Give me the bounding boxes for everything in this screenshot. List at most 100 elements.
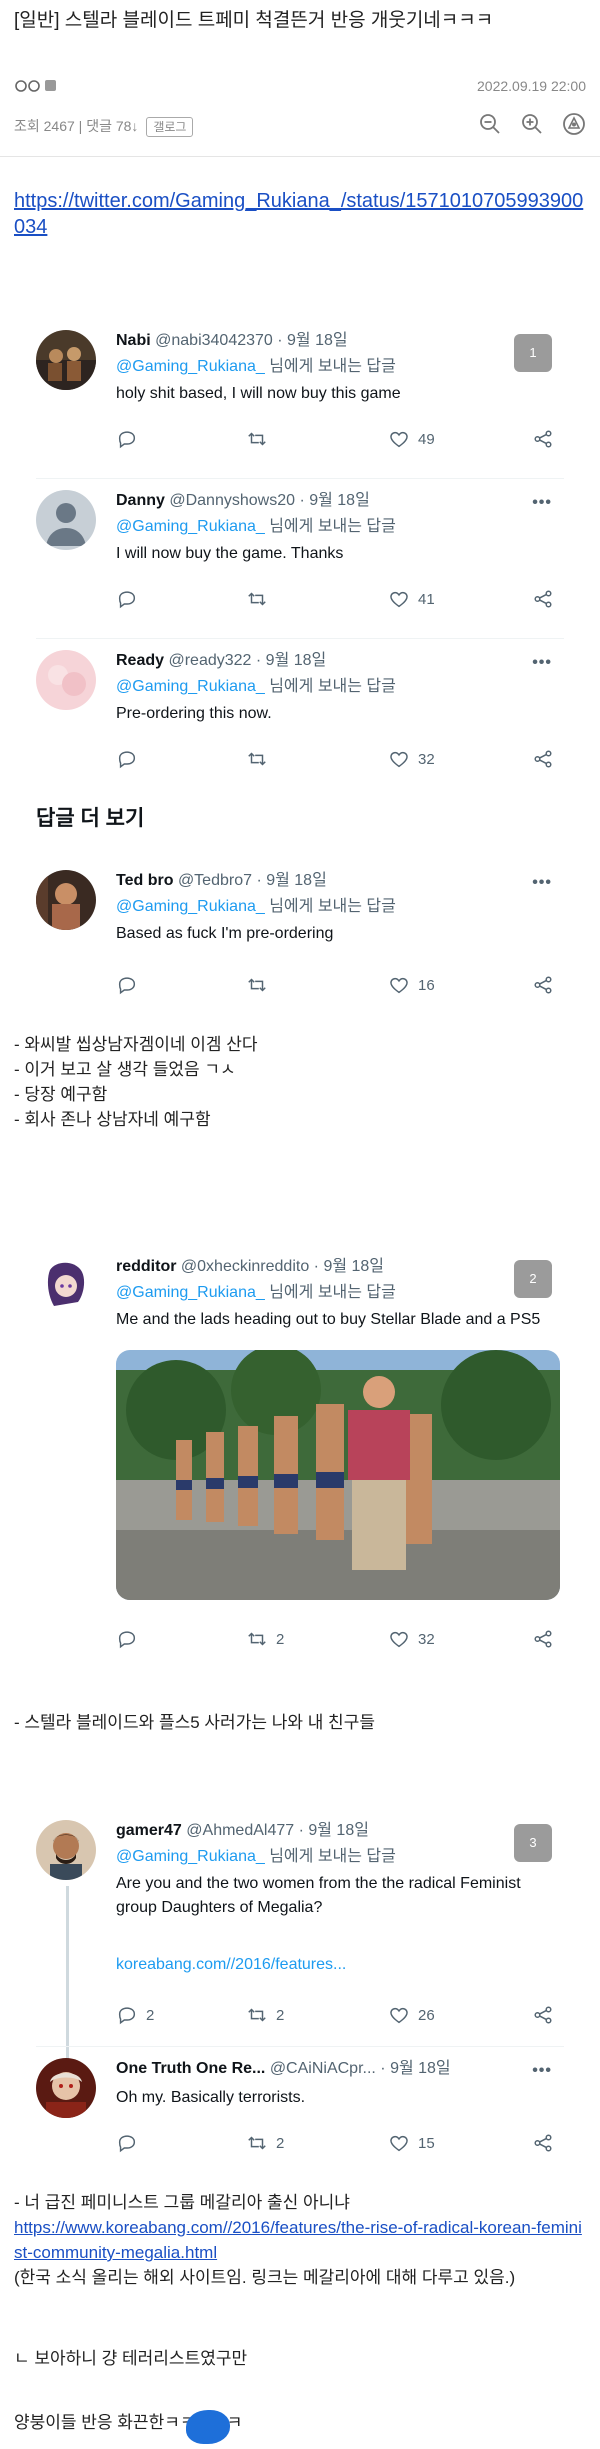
like-count: 32 bbox=[418, 750, 435, 768]
tweet-header: One Truth One Re... @CAiNiACpr... · 9월 1… bbox=[116, 2058, 451, 2080]
retweet-icon bbox=[248, 2008, 266, 2022]
retweet-button[interactable]: 2 bbox=[246, 2004, 284, 2026]
heart-icon bbox=[390, 591, 408, 608]
caption-line: - 이거 보고 살 생각 들었음 ㄱㅅ bbox=[14, 1060, 236, 1079]
gallog-button[interactable]: 갤로그 bbox=[146, 117, 194, 137]
like-count: 41 bbox=[418, 590, 435, 608]
retweet-button[interactable] bbox=[246, 428, 268, 450]
caption-line: 양붕이들 반응 화끈한ㅋㅋㅋㅋㅋ bbox=[14, 2413, 243, 2432]
retweet-button[interactable] bbox=[246, 588, 268, 610]
caption-block-1: - 와씨발 씹상남자겜이네 이겜 산다 - 이거 보고 살 생각 들었음 ㄱㅅ … bbox=[14, 1032, 586, 1132]
share-button[interactable] bbox=[532, 974, 554, 996]
status-dots-icon bbox=[15, 80, 56, 92]
caption-block-4: ㄴ 보아하니 걍 테러리스트였구만 bbox=[14, 2346, 586, 2371]
tweet-header: Ted bro @Tedbro7 · 9월 18일 bbox=[116, 870, 327, 892]
tweet-link[interactable]: koreabang.com//2016/features... bbox=[116, 1956, 346, 1974]
post-stats-text: 조회 2467 | 댓글 78↓ bbox=[14, 118, 139, 134]
more-options-icon[interactable]: ••• bbox=[532, 2062, 552, 2080]
like-button[interactable]: 41 bbox=[388, 588, 435, 610]
tweet-author[interactable]: redditor bbox=[116, 1258, 176, 1275]
retweet-button[interactable]: 2 bbox=[246, 2132, 284, 2154]
reply-button[interactable] bbox=[116, 974, 138, 996]
reply-button[interactable] bbox=[116, 588, 138, 610]
tweet-author[interactable]: Danny bbox=[116, 492, 165, 509]
koreabang-link[interactable]: https://www.koreabang.com//2016/features… bbox=[14, 2218, 582, 2262]
tweet-author[interactable]: Ready bbox=[116, 652, 164, 669]
header-divider bbox=[0, 156, 600, 157]
tweet-author[interactable]: Nabi bbox=[116, 332, 151, 349]
like-button[interactable]: 32 bbox=[388, 748, 435, 770]
tweet-header: Ready @ready322 · 9월 18일 bbox=[116, 650, 326, 672]
share-button[interactable] bbox=[532, 588, 554, 610]
profile-icon[interactable] bbox=[562, 112, 586, 136]
like-button[interactable]: 15 bbox=[388, 2132, 435, 2154]
source-link[interactable]: https://twitter.com/Gaming_Rukiana_/stat… bbox=[14, 188, 586, 240]
reply-button[interactable]: 2 bbox=[116, 2004, 154, 2026]
more-options-icon[interactable]: ••• bbox=[532, 874, 552, 892]
zoom-out-icon[interactable] bbox=[478, 112, 502, 136]
more-options-icon[interactable]: ••• bbox=[532, 494, 552, 512]
tweet-author[interactable]: Ted bro bbox=[116, 872, 173, 889]
retweet-button[interactable]: 2 bbox=[246, 1628, 284, 1650]
share-button[interactable] bbox=[532, 2132, 554, 2154]
tweet-header: gamer47 @AhmedAl477 · 9월 18일 bbox=[116, 1820, 369, 1842]
like-button[interactable]: 16 bbox=[388, 974, 435, 996]
reply-button[interactable] bbox=[116, 748, 138, 770]
heart-icon bbox=[390, 1631, 408, 1648]
more-options-icon[interactable]: ••• bbox=[532, 654, 552, 672]
reply-suffix: 님에게 보내는 답글 bbox=[264, 678, 396, 695]
reply-icon bbox=[118, 591, 136, 609]
tweet-handle: @ready322 · 9월 18일 bbox=[168, 652, 327, 669]
retweet-button[interactable] bbox=[246, 974, 268, 996]
tweet-handle: @Dannyshows20 · 9월 18일 bbox=[169, 492, 370, 509]
reply-context: @Gaming_Rukiana_ 님에게 보내는 답글 bbox=[116, 896, 396, 918]
share-button[interactable] bbox=[532, 2004, 554, 2026]
reply-icon bbox=[118, 431, 136, 449]
like-button[interactable]: 32 bbox=[388, 1628, 435, 1650]
like-count: 26 bbox=[418, 2006, 435, 2024]
like-count: 15 bbox=[418, 2134, 435, 2152]
like-button[interactable]: 49 bbox=[388, 428, 435, 450]
post-title: [일반] 스텔라 블레이드 트페미 척결뜬거 반응 개웃기네ㅋㅋㅋ bbox=[14, 10, 494, 31]
tweet-author[interactable]: gamer47 bbox=[116, 1822, 182, 1839]
reply-handle[interactable]: @Gaming_Rukiana_ bbox=[116, 1284, 265, 1301]
share-icon bbox=[534, 590, 552, 608]
avatar[interactable] bbox=[36, 2058, 96, 2118]
tweet-actions: 2 15 bbox=[116, 2132, 556, 2156]
reply-button[interactable] bbox=[116, 428, 138, 450]
more-replies-heading[interactable]: 답글 더 보기 bbox=[36, 802, 144, 832]
reply-handle[interactable]: @Gaming_Rukiana_ bbox=[116, 1848, 265, 1865]
zoom-in-icon[interactable] bbox=[520, 112, 544, 136]
heart-icon bbox=[390, 2135, 408, 2152]
post-tools bbox=[478, 112, 586, 136]
reply-handle[interactable]: @Gaming_Rukiana_ bbox=[116, 518, 265, 535]
share-button[interactable] bbox=[532, 748, 554, 770]
reply-button[interactable] bbox=[116, 1628, 138, 1650]
reply-icon bbox=[118, 2007, 136, 2025]
avatar[interactable] bbox=[36, 650, 96, 710]
share-button[interactable] bbox=[532, 1628, 554, 1650]
caption-line: - 너 급진 페미니스트 그룹 메갈리아 출신 아니냐 bbox=[14, 2193, 350, 2212]
retweet-count: 2 bbox=[276, 1630, 285, 1648]
tweet-card: gamer47 @AhmedAl477 · 9월 18일 @Gaming_Ruk… bbox=[36, 1820, 572, 2090]
tweet-actions: 16 bbox=[116, 974, 556, 998]
tweet-handle: @nabi34042370 · 9월 18일 bbox=[155, 332, 348, 349]
tweet-actions: 32 bbox=[116, 748, 556, 772]
avatar[interactable] bbox=[36, 1820, 96, 1880]
like-button[interactable]: 26 bbox=[388, 2004, 435, 2026]
reply-handle[interactable]: @Gaming_Rukiana_ bbox=[116, 358, 265, 375]
caption-line: - 와씨발 씹상남자겜이네 이겜 산다 bbox=[14, 1035, 258, 1054]
reply-button[interactable] bbox=[116, 2132, 138, 2154]
tweet-image[interactable] bbox=[116, 1350, 560, 1600]
reply-handle[interactable]: @Gaming_Rukiana_ bbox=[116, 678, 265, 695]
avatar[interactable] bbox=[36, 330, 96, 390]
caption-line: - 회사 존나 상남자네 예구함 bbox=[14, 1110, 211, 1129]
avatar[interactable] bbox=[36, 490, 96, 550]
tweet-author[interactable]: One Truth One Re... bbox=[116, 2060, 265, 2077]
avatar[interactable] bbox=[36, 870, 96, 930]
reply-handle[interactable]: @Gaming_Rukiana_ bbox=[116, 898, 265, 915]
share-button[interactable] bbox=[532, 428, 554, 450]
reply-icon bbox=[118, 751, 136, 769]
retweet-button[interactable] bbox=[246, 748, 268, 770]
avatar[interactable] bbox=[36, 1256, 96, 1316]
